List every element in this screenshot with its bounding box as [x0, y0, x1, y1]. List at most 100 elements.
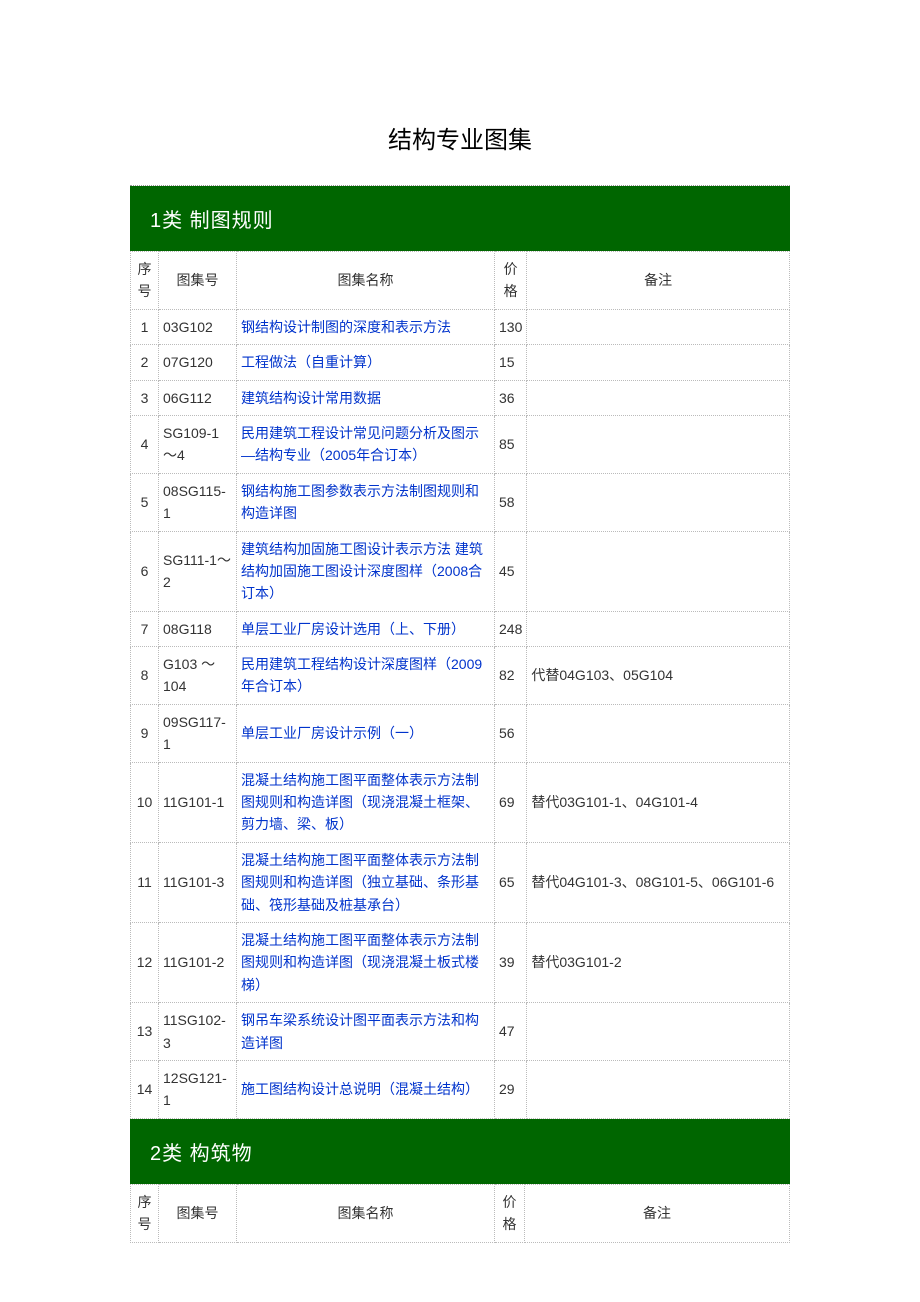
cell-remarks: [527, 1060, 790, 1118]
th-code: 图集号: [159, 1184, 237, 1242]
table-row: 1011G101-1混凝土结构施工图平面整体表示方法制图规则和构造详图（现浇混凝…: [131, 762, 790, 842]
cell-name: 钢结构施工图参数表示方法制图规则和构造详图: [237, 473, 495, 531]
th-seq: 序号: [131, 252, 159, 310]
table-category-2: 序号 图集号 图集名称 价格 备注: [130, 1184, 790, 1243]
cell-code: 09SG117-1: [159, 704, 237, 762]
table-row: 6SG111-1～2建筑结构加固施工图设计表示方法 建筑结构加固施工图设计深度图…: [131, 531, 790, 611]
cell-seq: 9: [131, 704, 159, 762]
cell-name: 工程做法（自重计算）: [237, 345, 495, 380]
cell-remarks: [527, 611, 790, 646]
cell-code: 11SG102-3: [159, 1003, 237, 1061]
cell-code: 11G101-2: [159, 922, 237, 1002]
cell-seq: 1: [131, 309, 159, 344]
cell-price: 56: [495, 704, 527, 762]
cell-code: 07G120: [159, 345, 237, 380]
cell-seq: 3: [131, 380, 159, 415]
atlas-link[interactable]: 混凝土结构施工图平面整体表示方法制图规则和构造详图（现浇混凝土框架、剪力墙、梁、…: [241, 772, 479, 833]
atlas-link[interactable]: 混凝土结构施工图平面整体表示方法制图规则和构造详图（现浇混凝土板式楼梯）: [241, 932, 479, 993]
atlas-link[interactable]: 钢结构施工图参数表示方法制图规则和构造详图: [241, 483, 479, 521]
table-row: 103G102钢结构设计制图的深度和表示方法130: [131, 309, 790, 344]
table-row: 1311SG102-3钢吊车梁系统设计图平面表示方法和构造详图 47: [131, 1003, 790, 1061]
cell-price: 58: [495, 473, 527, 531]
cell-seq: 5: [131, 473, 159, 531]
cell-code: 11G101-3: [159, 842, 237, 922]
cell-remarks: [527, 704, 790, 762]
cell-price: 47: [495, 1003, 527, 1061]
atlas-link[interactable]: 建筑结构设计常用数据: [241, 390, 381, 406]
th-price: 价格: [495, 1184, 525, 1242]
th-seq: 序号: [131, 1184, 159, 1242]
cell-price: 29: [495, 1060, 527, 1118]
cell-seq: 10: [131, 762, 159, 842]
cell-name: 民用建筑工程设计常见问题分析及图示—结构专业（2005年合订本）: [237, 415, 495, 473]
cell-name: 混凝土结构施工图平面整体表示方法制图规则和构造详图（独立基础、条形基础、筏形基础…: [237, 842, 495, 922]
cell-seq: 14: [131, 1060, 159, 1118]
cell-remarks: 替代03G101-1、04G101-4: [527, 762, 790, 842]
cell-name: 建筑结构加固施工图设计表示方法 建筑结构加固施工图设计深度图样（2008合订本）: [237, 531, 495, 611]
cell-price: 39: [495, 922, 527, 1002]
table-row: 508SG115-1钢结构施工图参数表示方法制图规则和构造详图 58: [131, 473, 790, 531]
cell-price: 45: [495, 531, 527, 611]
category-header-1: 1类 制图规则: [130, 186, 790, 251]
cell-remarks: [527, 531, 790, 611]
atlas-link[interactable]: 单层工业厂房设计示例（一）: [241, 725, 423, 741]
atlas-link[interactable]: 钢吊车梁系统设计图平面表示方法和构造详图: [241, 1012, 479, 1050]
atlas-link[interactable]: 施工图结构设计总说明（混凝土结构）: [241, 1081, 479, 1097]
cell-code: 03G102: [159, 309, 237, 344]
content-wrapper: 1类 制图规则 序号 图集号 图集名称 价格 备注 103G102钢结构设计制图…: [0, 185, 920, 1283]
cell-remarks: [527, 345, 790, 380]
cell-code: 08SG115-1: [159, 473, 237, 531]
cell-seq: 12: [131, 922, 159, 1002]
cell-price: 36: [495, 380, 527, 415]
atlas-link[interactable]: 混凝土结构施工图平面整体表示方法制图规则和构造详图（独立基础、条形基础、筏形基础…: [241, 852, 479, 913]
cell-name: 民用建筑工程结构设计深度图样（2009年合订本）: [237, 647, 495, 705]
cell-code: 11G101-1: [159, 762, 237, 842]
cell-seq: 6: [131, 531, 159, 611]
table-row: 1412SG121-1施工图结构设计总说明（混凝土结构） 29: [131, 1060, 790, 1118]
cell-price: 248: [495, 611, 527, 646]
cell-seq: 13: [131, 1003, 159, 1061]
cell-code: SG111-1～2: [159, 531, 237, 611]
cell-code: SG109-1～4: [159, 415, 237, 473]
category-header-2: 2类 构筑物: [130, 1119, 790, 1184]
cell-seq: 11: [131, 842, 159, 922]
table-body-1: 103G102钢结构设计制图的深度和表示方法130207G120工程做法（自重计…: [131, 309, 790, 1118]
cell-price: 15: [495, 345, 527, 380]
cell-price: 65: [495, 842, 527, 922]
page-title: 结构专业图集: [0, 0, 920, 185]
cell-code: 12SG121-1: [159, 1060, 237, 1118]
cell-name: 施工图结构设计总说明（混凝土结构）: [237, 1060, 495, 1118]
atlas-link[interactable]: 建筑结构加固施工图设计表示方法 建筑结构加固施工图设计深度图样（2008合订本）: [241, 541, 483, 602]
table-row: 909SG117-1单层工业厂房设计示例（一） 56: [131, 704, 790, 762]
cell-remarks: [527, 1003, 790, 1061]
atlas-link[interactable]: 钢结构设计制图的深度和表示方法: [241, 319, 451, 335]
table-row: 1211G101-2混凝土结构施工图平面整体表示方法制图规则和构造详图（现浇混凝…: [131, 922, 790, 1002]
table-header-row: 序号 图集号 图集名称 价格 备注: [131, 252, 790, 310]
table-row: 8G103 ～ 104民用建筑工程结构设计深度图样（2009年合订本）82代替0…: [131, 647, 790, 705]
th-remarks: 备注: [527, 252, 790, 310]
atlas-link[interactable]: 单层工业厂房设计选用（上、下册）: [241, 621, 465, 637]
atlas-link[interactable]: 民用建筑工程设计常见问题分析及图示—结构专业（2005年合订本）: [241, 425, 479, 463]
cell-price: 82: [495, 647, 527, 705]
atlas-link[interactable]: 工程做法（自重计算）: [241, 354, 381, 370]
cell-name: 钢吊车梁系统设计图平面表示方法和构造详图: [237, 1003, 495, 1061]
cell-code: G103 ～ 104: [159, 647, 237, 705]
th-name: 图集名称: [237, 1184, 495, 1242]
cell-remarks: [527, 473, 790, 531]
th-remarks: 备注: [525, 1184, 790, 1242]
cell-price: 85: [495, 415, 527, 473]
cell-name: 单层工业厂房设计示例（一）: [237, 704, 495, 762]
table-header-row: 序号 图集号 图集名称 价格 备注: [131, 1184, 790, 1242]
atlas-link[interactable]: 民用建筑工程结构设计深度图样（2009年合订本）: [241, 656, 482, 694]
table-category-1: 序号 图集号 图集名称 价格 备注 103G102钢结构设计制图的深度和表示方法…: [130, 251, 790, 1119]
cell-remarks: [527, 309, 790, 344]
table-row: 207G120工程做法（自重计算）15: [131, 345, 790, 380]
cell-name: 钢结构设计制图的深度和表示方法: [237, 309, 495, 344]
table-row: 708G118单层工业厂房设计选用（上、下册）248: [131, 611, 790, 646]
cell-price: 69: [495, 762, 527, 842]
cell-name: 建筑结构设计常用数据: [237, 380, 495, 415]
cell-remarks: [527, 380, 790, 415]
cell-name: 单层工业厂房设计选用（上、下册）: [237, 611, 495, 646]
cell-remarks: 代替04G103、05G104: [527, 647, 790, 705]
cell-code: 08G118: [159, 611, 237, 646]
